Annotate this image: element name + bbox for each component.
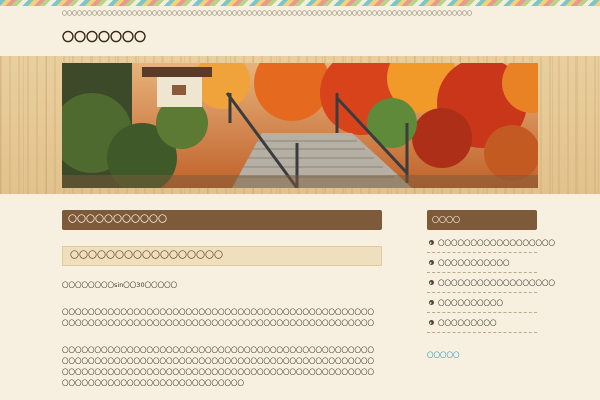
site-tagline: 〇〇〇〇〇〇〇〇〇〇〇〇〇〇〇〇〇〇〇〇〇〇〇〇〇〇〇〇〇〇〇〇〇〇〇〇〇〇〇〇… — [62, 11, 473, 17]
sidebar-item-label: 〇〇〇〇〇〇〇〇〇〇〇〇〇〇〇〇〇〇 — [438, 279, 555, 287]
sidebar-item-4[interactable]: 〇〇〇〇〇〇〇〇〇〇 — [427, 293, 537, 313]
sidebar-item-label: 〇〇〇〇〇〇〇〇〇〇〇〇〇〇〇〇〇〇 — [438, 239, 555, 247]
header-photo — [62, 63, 538, 188]
site-title-link[interactable]: 〇〇〇〇〇〇〇 — [62, 29, 146, 45]
post-paragraph-3: 〇〇〇〇〇〇〇〇〇〇〇〇〇〇〇〇〇〇〇〇〇〇〇〇〇〇〇〇〇〇〇〇〇〇〇〇〇〇〇〇… — [62, 346, 374, 387]
chevron-right-icon — [429, 320, 434, 325]
sidebar-item-3[interactable]: 〇〇〇〇〇〇〇〇〇〇〇〇〇〇〇〇〇〇 — [427, 273, 555, 293]
sidebar-item-2[interactable]: 〇〇〇〇〇〇〇〇〇〇〇 — [427, 253, 537, 273]
sidebar-item-label: 〇〇〇〇〇〇〇〇〇〇 — [438, 299, 503, 307]
sidebar-item-5[interactable]: 〇〇〇〇〇〇〇〇〇 — [427, 313, 537, 333]
section-heading: 〇〇〇〇〇〇〇〇〇〇〇 — [68, 215, 168, 225]
section-heading-bar: 〇〇〇〇〇〇〇〇〇〇〇 — [62, 210, 382, 230]
sidebar-item-1[interactable]: 〇〇〇〇〇〇〇〇〇〇〇〇〇〇〇〇〇〇 — [427, 233, 555, 253]
post-paragraph-1: 〇〇〇〇〇〇〇〇sin〇〇30〇〇〇〇〇 — [62, 281, 178, 289]
decorative-top-stripe — [0, 0, 600, 6]
sidebar-item-label: 〇〇〇〇〇〇〇〇〇〇〇 — [438, 259, 510, 267]
chevron-right-icon — [429, 280, 434, 285]
post-paragraph-2: 〇〇〇〇〇〇〇〇〇〇〇〇〇〇〇〇〇〇〇〇〇〇〇〇〇〇〇〇〇〇〇〇〇〇〇〇〇〇〇〇… — [62, 308, 374, 327]
post-title[interactable]: 〇〇〇〇〇〇〇〇〇〇〇〇〇〇〇〇〇 — [70, 249, 223, 263]
chevron-right-icon — [429, 240, 434, 245]
chevron-right-icon — [429, 300, 434, 305]
sidebar-item-label: 〇〇〇〇〇〇〇〇〇 — [438, 319, 497, 327]
sidebar-link[interactable]: 〇〇〇〇〇 — [427, 350, 460, 360]
sidebar-heading: 〇〇〇〇 — [432, 216, 460, 224]
sidebar-heading-bar: 〇〇〇〇 — [427, 210, 537, 230]
post-title-box: 〇〇〇〇〇〇〇〇〇〇〇〇〇〇〇〇〇 — [62, 246, 382, 266]
chevron-right-icon — [429, 260, 434, 265]
